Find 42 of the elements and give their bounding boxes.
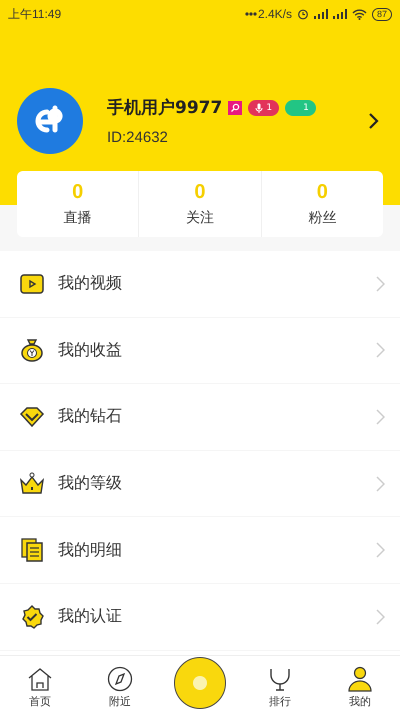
signal-icon — [332, 9, 347, 19]
stat-label[interactable]: 直播 — [64, 209, 92, 227]
battery-level: 87 — [372, 8, 392, 20]
chevron-right-icon — [376, 608, 385, 625]
stat-value: 0 — [72, 181, 84, 204]
menu-item[interactable]: 我的钻石 — [0, 384, 400, 451]
stat-value: 0 — [316, 181, 328, 204]
chevron-right-icon[interactable] — [368, 112, 380, 130]
level-badge: 1 — [248, 100, 280, 116]
network-speed: 2.4K/s — [258, 7, 292, 21]
alarm-icon — [296, 8, 309, 20]
nav-tab[interactable]: 首页 — [0, 666, 80, 709]
chevron-right-icon — [376, 542, 385, 558]
nav-tab[interactable]: 我的 — [320, 666, 400, 709]
stat-value: 0 — [194, 181, 206, 204]
chevron-right-icon — [376, 476, 385, 492]
dots-icon — [244, 12, 257, 16]
level-badge: 1 — [285, 100, 316, 116]
money-bag-icon — [19, 337, 45, 364]
menu-item[interactable]: 我的认证 — [0, 584, 400, 651]
menu-item[interactable]: 我的视频 — [0, 251, 400, 318]
person-icon — [347, 666, 373, 692]
menu-item[interactable]: 我的明细 — [0, 517, 400, 584]
chevron-right-icon — [376, 276, 385, 292]
user-id: ID:24632 — [107, 129, 169, 146]
stat-label[interactable]: 关注 — [186, 209, 214, 227]
user-name: 手机用户9977 — [107, 97, 222, 119]
avatar-logo-icon[interactable] — [17, 88, 83, 154]
document-icon — [19, 537, 45, 564]
signal-icon — [314, 9, 328, 19]
menu-item[interactable]: 我的等级 — [0, 450, 400, 518]
status-time: 上午11:49 — [8, 6, 62, 22]
nav-tab[interactable]: 排行 — [240, 666, 320, 709]
chevron-right-icon — [376, 408, 385, 425]
stat-label[interactable]: 粉丝 — [308, 209, 336, 227]
home-icon — [27, 666, 53, 692]
nav-tab[interactable]: 附近 — [80, 666, 160, 709]
live-button[interactable] — [174, 657, 226, 709]
chevron-right-icon — [376, 342, 385, 358]
compass-icon — [107, 666, 133, 692]
wifi-icon — [352, 8, 367, 20]
menu-item[interactable]: 我的收益 — [0, 318, 400, 384]
